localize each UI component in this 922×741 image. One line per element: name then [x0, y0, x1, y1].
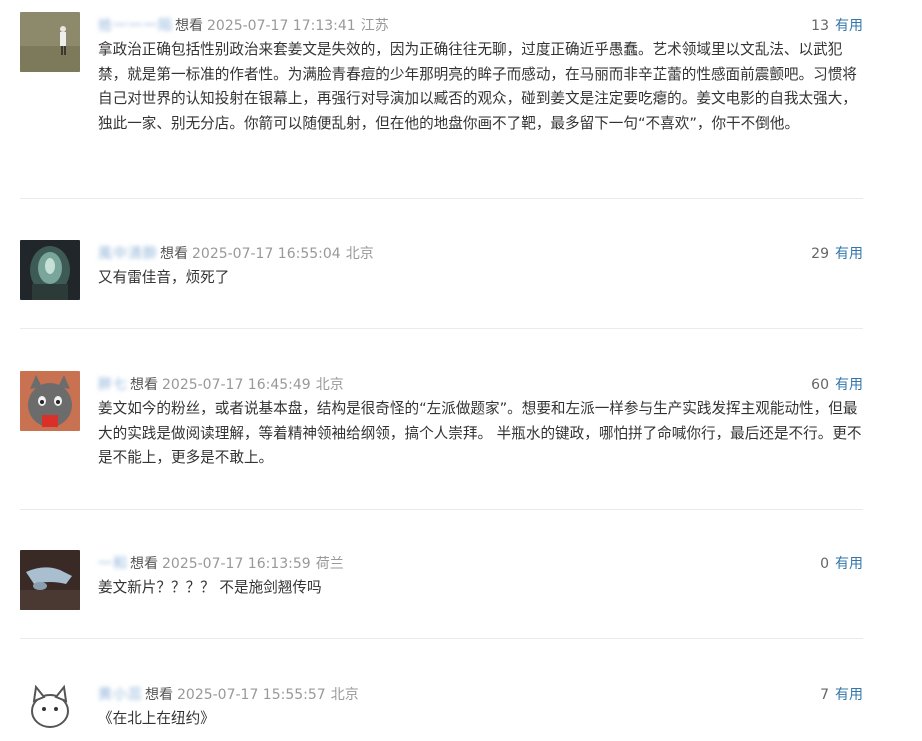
rating-status: 想看 — [145, 687, 173, 703]
rating-status: 想看 — [175, 18, 203, 34]
vote-count: 60 — [811, 377, 829, 393]
username-link[interactable]: 胖七 — [98, 377, 128, 393]
comment-location: 荷兰 — [315, 556, 344, 572]
avatar[interactable] — [20, 371, 80, 431]
vote-area: 29 有用 — [811, 244, 863, 264]
avatar[interactable] — [20, 12, 80, 72]
rating-status: 想看 — [130, 377, 158, 393]
comment-time: 2025-07-17 16:55:04 — [192, 246, 341, 262]
comment-time: 2025-07-17 17:13:41 — [207, 18, 356, 34]
username-link[interactable]: 風中清酔 — [98, 246, 158, 262]
useful-button[interactable]: 有用 — [835, 377, 863, 393]
vote-area: 60 有用 — [811, 375, 863, 395]
comment-time: 2025-07-17 16:13:59 — [162, 556, 311, 572]
username-link[interactable]: 黄小蕊 — [98, 687, 143, 703]
vote-count: 29 — [811, 246, 829, 262]
comment-meta: 胖七 想看 2025-07-17 16:45:49 北京 — [98, 375, 344, 395]
comment-location: 北京 — [345, 246, 374, 262]
comment-text: 又有雷佳音，烦死了 — [98, 269, 230, 286]
vote-area: 13 有用 — [811, 16, 863, 36]
useful-button[interactable]: 有用 — [835, 18, 863, 34]
avatar[interactable] — [20, 240, 80, 300]
rating-status: 想看 — [160, 246, 188, 262]
comment-time: 2025-07-17 15:55:57 — [177, 687, 326, 703]
comment-meta: 黄小蕊 想看 2025-07-17 15:55:57 北京 — [98, 685, 359, 705]
comment-location: 北京 — [330, 687, 359, 703]
comment-text: 《在北上在纽约》 — [98, 710, 215, 727]
vote-area: 0 有用 — [820, 554, 863, 574]
comment-location: 北京 — [315, 377, 344, 393]
comment-meta: 拾一一一陌 想看 2025-07-17 17:13:41 江苏 — [98, 16, 389, 36]
useful-button[interactable]: 有用 — [835, 556, 863, 572]
username-link[interactable]: 一和 — [98, 556, 128, 572]
comment-text: 拿政治正确包括性别政治来套姜文是失效的，因为正确往往无聊，过度正确近乎愚蠢。艺术… — [98, 41, 857, 132]
avatar[interactable] — [20, 681, 80, 741]
rating-status: 想看 — [130, 556, 158, 572]
divider — [20, 198, 863, 199]
vote-count: 13 — [811, 18, 829, 34]
divider — [20, 509, 863, 510]
comment-text: 姜文如今的粉丝，或者说基本盘，结构是很奇怪的“左派做题家”。想要和左派一样参与生… — [98, 400, 862, 466]
comment-time: 2025-07-17 16:45:49 — [162, 377, 311, 393]
divider — [20, 638, 863, 639]
useful-button[interactable]: 有用 — [835, 687, 863, 703]
vote-count: 7 — [820, 687, 829, 703]
comment-location: 江苏 — [360, 18, 389, 34]
useful-button[interactable]: 有用 — [835, 246, 863, 262]
comment-meta: 一和 想看 2025-07-17 16:13:59 荷兰 — [98, 554, 344, 574]
comment-text: 姜文新片？？？？ 不是施剑翘传吗 — [98, 579, 322, 596]
vote-area: 7 有用 — [820, 685, 863, 705]
divider — [20, 328, 863, 329]
username-link[interactable]: 拾一一一陌 — [98, 18, 173, 34]
avatar[interactable] — [20, 550, 80, 610]
comment-meta: 風中清酔 想看 2025-07-17 16:55:04 北京 — [98, 244, 374, 264]
vote-count: 0 — [820, 556, 829, 572]
